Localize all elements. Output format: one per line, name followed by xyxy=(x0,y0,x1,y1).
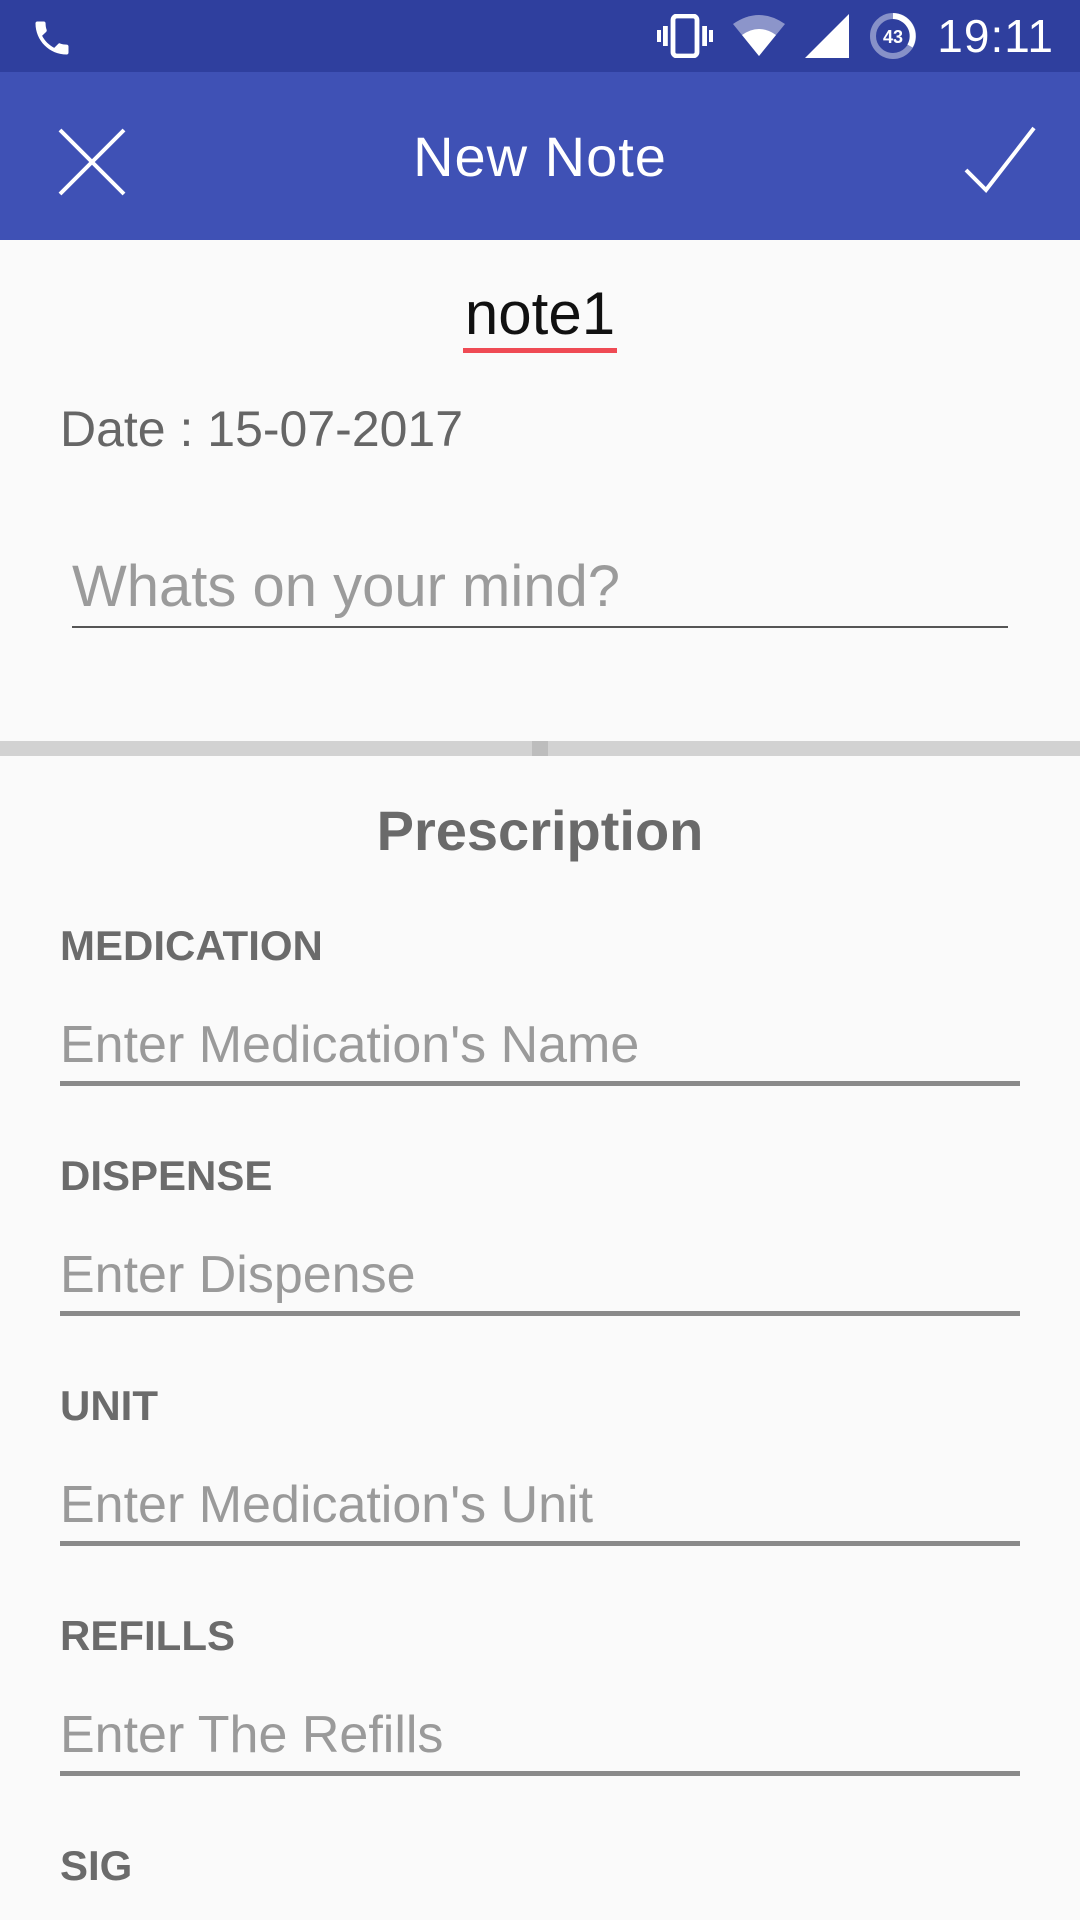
wifi-icon xyxy=(733,15,786,56)
status-bar: 43 19:11 xyxy=(0,0,1080,72)
unit-label: UNIT xyxy=(60,1382,158,1429)
battery-level-text: 43 xyxy=(883,27,903,47)
divider-handle[interactable] xyxy=(532,741,548,756)
app-bar: New Note xyxy=(0,72,1080,240)
section-divider[interactable] xyxy=(0,741,1080,756)
refills-label: REFILLS xyxy=(60,1612,235,1659)
status-clock: 19:11 xyxy=(937,10,1054,62)
phone-icon xyxy=(35,21,69,55)
unit-input[interactable] xyxy=(60,1468,1020,1546)
vibrate-icon xyxy=(657,14,714,58)
note-title[interactable]: note1 xyxy=(0,282,1080,353)
page-title: New Note xyxy=(413,125,667,188)
signal-icon xyxy=(805,14,850,58)
note-date: Date : 15-07-2017 xyxy=(60,401,464,457)
prescription-title: Prescription xyxy=(376,799,704,862)
dispense-input[interactable] xyxy=(60,1238,1020,1316)
note-body-input[interactable] xyxy=(72,546,1008,628)
dispense-label: DISPENSE xyxy=(60,1152,273,1199)
sig-label: SIG xyxy=(60,1842,133,1889)
medication-input[interactable] xyxy=(60,1008,1020,1086)
note-title-text: note1 xyxy=(462,282,618,353)
medication-label: MEDICATION xyxy=(60,922,323,969)
check-icon[interactable] xyxy=(958,120,1042,204)
battery-icon: 43 xyxy=(870,13,917,59)
refills-input[interactable] xyxy=(60,1698,1020,1776)
